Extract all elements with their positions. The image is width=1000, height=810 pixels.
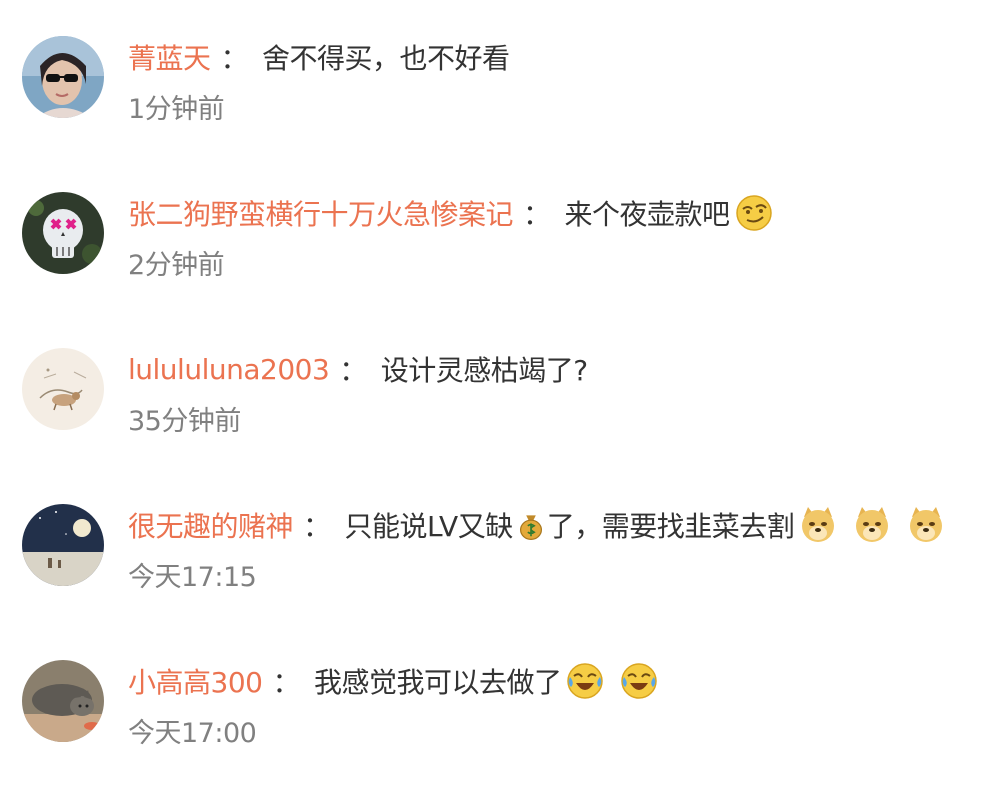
username-link[interactable]: lulululuna2003 <box>128 353 330 386</box>
sketch-animal-avatar <box>22 348 104 430</box>
timestamp: 2分钟前 <box>128 250 225 281</box>
comment-line: 很无趣的赌神 ： 只能说LV又缺 了，需要找韭菜去割 <box>128 505 946 545</box>
comment-text: 来个夜壶款吧 <box>564 198 731 231</box>
comment-item: lulululuna2003 ： 设计灵感枯竭了? 35分钟前 <box>0 348 1000 498</box>
username-link[interactable]: 小高高300 <box>128 661 263 701</box>
separator: ： <box>339 354 367 387</box>
comment-item: 小高高300 ： 我感觉我可以去做了 今天17:00 <box>0 660 1000 810</box>
avatar[interactable] <box>22 348 104 430</box>
separator: ： <box>272 666 300 699</box>
comment-text-part: 只能说LV又缺 <box>344 510 514 543</box>
comment-line: 张二狗野蛮横行十万火急惨案记 ： 来个夜壶款吧 <box>128 193 774 233</box>
username-link[interactable]: 菁蓝天 <box>128 37 211 77</box>
separator: ： <box>220 42 249 75</box>
skull-avatar <box>22 192 104 274</box>
doge-emoji-icon <box>798 505 838 545</box>
comment-text: 设计灵感枯竭了? <box>380 354 588 387</box>
doge-emoji-icon <box>906 505 946 545</box>
comment-line: 小高高300 ： 我感觉我可以去做了 <box>128 661 659 701</box>
night-moon-avatar <box>22 504 104 586</box>
username-link[interactable]: 很无趣的赌神 <box>128 505 294 545</box>
avatar[interactable] <box>22 36 104 118</box>
smirk-emoji-icon <box>734 193 774 233</box>
comment-text-part: 了，需要找韭菜去割 <box>546 510 795 543</box>
money-bag-icon <box>515 505 547 545</box>
comment-item: 菁蓝天 ： 舍不得买，也不好看 1分钟前 <box>0 36 1000 186</box>
laugh-cry-emoji-icon <box>619 661 659 701</box>
comment-line: lulululuna2003 ： 设计灵感枯竭了? <box>128 349 588 389</box>
timestamp: 今天17:15 <box>128 562 257 593</box>
comment-text: 我感觉我可以去做了 <box>313 666 562 699</box>
comment-item: 很无趣的赌神 ： 只能说LV又缺 了，需要找韭菜去割 今天17:15 <box>0 504 1000 654</box>
timestamp: 1分钟前 <box>128 94 225 125</box>
comment-item: 张二狗野蛮横行十万火急惨案记 ： 来个夜壶款吧 2分钟前 <box>0 192 1000 342</box>
comment-line: 菁蓝天 ： 舍不得买，也不好看 <box>128 37 510 77</box>
doge-emoji-icon <box>852 505 892 545</box>
username-link[interactable]: 张二狗野蛮横行十万火急惨案记 <box>128 193 514 233</box>
laugh-cry-emoji-icon <box>565 661 605 701</box>
timestamp: 今天17:00 <box>128 718 257 749</box>
cat-avatar <box>22 660 104 742</box>
avatar[interactable] <box>22 504 104 586</box>
separator: ： <box>523 198 551 231</box>
avatar[interactable] <box>22 192 104 274</box>
timestamp: 35分钟前 <box>128 406 241 437</box>
avatar[interactable] <box>22 660 104 742</box>
separator: ： <box>303 510 331 543</box>
woman-sunglasses-avatar <box>22 36 104 118</box>
comment-text: 舍不得买，也不好看 <box>262 42 510 75</box>
